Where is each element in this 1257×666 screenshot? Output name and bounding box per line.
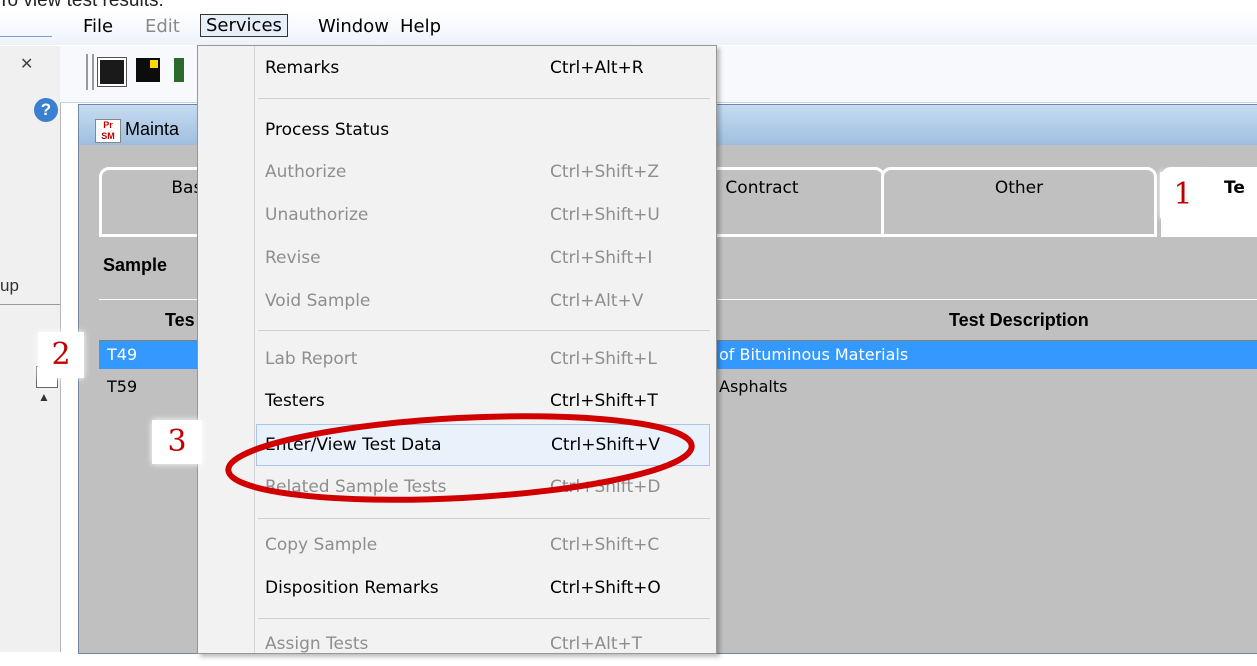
menu-separator [258, 98, 710, 99]
callout-1: 1 [1160, 172, 1206, 218]
menu-item-label: Authorize [265, 162, 347, 182]
menu-item-revise[interactable]: Revise Ctrl+Shift+I [198, 238, 716, 280]
menu-item-authorize[interactable]: Authorize Ctrl+Shift+Z [198, 152, 716, 194]
menu-item-shortcut: Ctrl+Shift+I [550, 248, 653, 268]
menu-help[interactable]: Help [400, 16, 441, 37]
menu-window[interactable]: Window [318, 16, 389, 37]
menu-item-label: Enter/View Test Data [265, 435, 442, 455]
menu-item-label: Lab Report [265, 349, 358, 369]
services-dropdown-menu: Remarks Ctrl+Alt+R Process Status Author… [197, 45, 717, 654]
menu-item-label: Testers [265, 391, 325, 411]
menu-item-label: Remarks [265, 58, 340, 78]
callout-3: 3 [152, 420, 202, 464]
menu-item-label: Disposition Remarks [265, 578, 439, 598]
menu-item-related-sample-tests[interactable]: Related Sample Tests Ctrl+Shift+D [198, 467, 716, 509]
menu-item-label: Copy Sample [265, 535, 378, 555]
tab-label: Te [1224, 178, 1245, 198]
menu-item-label: Process Status [265, 120, 390, 140]
window-edge-decoration [0, 36, 52, 41]
menu-separator [258, 330, 710, 331]
column-header-description[interactable]: Test Description [949, 310, 1089, 331]
callout-2: 2 [38, 332, 84, 378]
menu-separator [258, 518, 710, 519]
menu-item-shortcut: Ctrl+Alt+R [550, 58, 644, 78]
panel-divider [0, 304, 60, 305]
tool-icon[interactable] [136, 58, 160, 82]
section-sample-label: Sample [103, 255, 168, 275]
menu-item-label: Void Sample [265, 291, 371, 311]
tab-label: Other [994, 178, 1044, 198]
menu-item-label: Revise [265, 248, 321, 268]
menu-item-shortcut: Ctrl+Shift+D [550, 477, 661, 497]
panel-label-fragment: up [0, 276, 19, 295]
cell-test-code: T59 [107, 377, 138, 396]
scroll-up-arrow-icon[interactable]: ▲ [38, 390, 50, 404]
calculator-icon[interactable] [97, 57, 127, 87]
menu-item-enter-view-test-data[interactable]: Enter/View Test Data Ctrl+Shift+V [256, 424, 710, 466]
menu-item-disposition-remarks[interactable]: Disposition Remarks Ctrl+Shift+O [198, 568, 716, 610]
menu-item-label: Assign Tests [265, 634, 369, 654]
menu-edit[interactable]: Edit [145, 16, 180, 37]
menu-item-copy-sample[interactable]: Copy Sample Ctrl+Shift+C [198, 525, 716, 567]
menu-item-unauthorize[interactable]: Unauthorize Ctrl+Shift+U [198, 195, 716, 237]
menu-bar: File Edit Services Window Help [0, 11, 1257, 45]
partial-toolbar-icon[interactable] [174, 58, 184, 82]
app-logo-icon: Pr SM [95, 119, 121, 143]
tab-other[interactable]: Other [881, 167, 1157, 237]
menu-item-void-sample[interactable]: Void Sample Ctrl+Alt+V [198, 281, 716, 323]
menu-item-shortcut: Ctrl+Shift+U [550, 205, 660, 225]
help-icon[interactable]: ? [34, 98, 58, 122]
column-header-test[interactable]: Tes [165, 310, 195, 331]
menu-file[interactable]: File [83, 16, 113, 37]
menu-item-shortcut: Ctrl+Shift+L [550, 349, 657, 369]
menu-separator [258, 618, 710, 619]
menu-item-shortcut: Ctrl+Alt+T [550, 634, 643, 654]
menu-item-shortcut: Ctrl+Shift+V [551, 435, 661, 455]
window-title: Mainta [125, 119, 180, 139]
menu-item-process-status[interactable]: Process Status [198, 110, 716, 152]
menu-item-label: Unauthorize [265, 205, 369, 225]
menu-item-label: Related Sample Tests [265, 477, 447, 497]
cell-test-description: of Bituminous Materials [719, 345, 909, 364]
menu-item-shortcut: Ctrl+Shift+C [550, 535, 660, 555]
menu-item-shortcut: Ctrl+Shift+Z [550, 162, 660, 182]
cell-test-code: T49 [107, 345, 138, 364]
cell-test-description: Asphalts [719, 377, 788, 396]
menu-item-testers[interactable]: Testers Ctrl+Shift+T [198, 381, 716, 423]
menu-item-assign-tests[interactable]: Assign Tests Ctrl+Alt+T [198, 624, 716, 666]
menu-item-lab-report[interactable]: Lab Report Ctrl+Shift+L [198, 339, 716, 381]
menu-item-shortcut: Ctrl+Shift+T [550, 391, 658, 411]
menu-services[interactable]: Services [200, 14, 288, 37]
menu-item-shortcut: Ctrl+Alt+V [550, 291, 644, 311]
menu-item-shortcut: Ctrl+Shift+O [550, 578, 661, 598]
toolbar-grip [86, 54, 94, 90]
menu-item-remarks[interactable]: Remarks Ctrl+Alt+R [198, 48, 716, 90]
close-icon[interactable]: ✕ [20, 54, 33, 74]
